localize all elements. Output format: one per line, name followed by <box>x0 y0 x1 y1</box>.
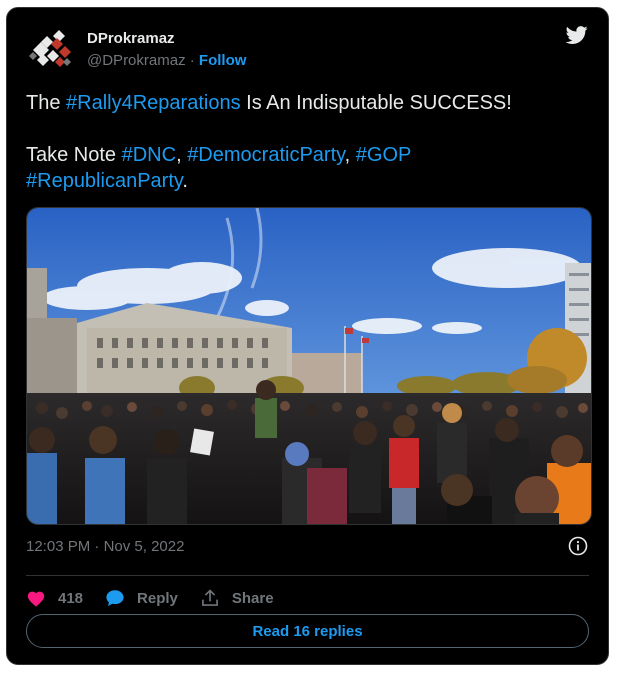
separator-dot: · <box>189 52 195 69</box>
tweet-timestamp[interactable]: 12:03 PM · Nov 5, 2022 <box>26 538 184 555</box>
tweet-text: The #Rally4Reparations Is An Indisputabl… <box>26 90 596 194</box>
author-handle-row: @DProkramaz · Follow <box>87 52 246 69</box>
hashtag-dnc[interactable]: #DNC <box>122 144 176 166</box>
rally-crowd-photo <box>27 208 591 524</box>
tweet-media-photo[interactable] <box>26 207 592 525</box>
author-name[interactable]: DProkramaz <box>87 30 175 47</box>
heart-icon <box>27 591 45 607</box>
hashtag-rally4reparations[interactable]: #Rally4Reparations <box>66 92 241 114</box>
tweet-time: 12:03 PM <box>26 538 91 555</box>
like-button[interactable]: 418 <box>26 589 83 607</box>
info-icon[interactable] <box>568 536 588 556</box>
reply-bubble-icon <box>106 590 124 607</box>
tweet-text-span: Is An Indisputable SUCCESS! <box>240 92 512 114</box>
tweet-text-span: , <box>176 144 188 166</box>
reply-button[interactable]: Reply <box>105 589 178 607</box>
read-replies-button[interactable]: Read 16 replies <box>26 614 589 648</box>
tweet-text-span: , <box>344 144 356 166</box>
author-handle[interactable]: @DProkramaz <box>87 52 186 69</box>
reply-label: Reply <box>137 589 178 607</box>
follow-button[interactable]: Follow <box>199 52 247 69</box>
avatar[interactable] <box>27 26 75 74</box>
tweet-line-2: Take Note #DNC, #DemocraticParty, #GOP #… <box>26 142 596 194</box>
hashtag-republicanparty[interactable]: #RepublicanParty <box>26 170 182 192</box>
tweet-line-1: The #Rally4Reparations Is An Indisputabl… <box>26 90 596 116</box>
share-label: Share <box>231 589 274 607</box>
share-button[interactable]: Share <box>200 588 274 608</box>
tweet-card: DProkramaz @DProkramaz · Follow The #Ral… <box>6 7 609 665</box>
tweet-text-span: The <box>26 92 67 114</box>
divider <box>26 575 589 576</box>
like-count: 418 <box>58 589 84 607</box>
hashtag-gop[interactable]: #GOP <box>356 144 412 166</box>
meta-separator: · <box>90 538 104 555</box>
tweet-actions: 418 Reply Share <box>26 582 296 614</box>
tweet-text-span: . <box>182 170 188 192</box>
share-icon <box>201 589 218 606</box>
tweet-date: Nov 5, 2022 <box>103 538 185 555</box>
tweet-text-span: Take Note <box>26 144 122 166</box>
twitter-bird-icon[interactable] <box>564 24 590 46</box>
hashtag-democraticparty[interactable]: #DemocraticParty <box>187 144 344 166</box>
